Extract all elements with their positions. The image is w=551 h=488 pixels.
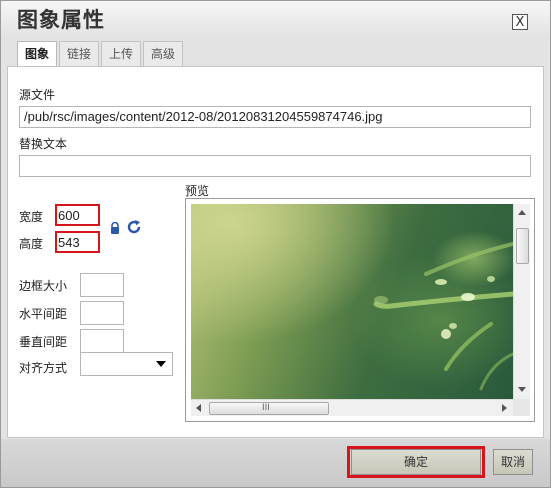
scrollbar-corner — [513, 399, 530, 416]
chevron-down-icon — [156, 361, 166, 367]
reset-size-icon[interactable] — [126, 219, 142, 235]
dialog-title: 图象属性 — [17, 8, 105, 32]
tab-upload[interactable]: 上传 — [101, 41, 142, 66]
cancel-button[interactable]: 取消 — [493, 449, 533, 475]
vspace-input[interactable] — [80, 329, 124, 353]
scroll-grip: III — [262, 403, 270, 413]
scroll-right-icon[interactable] — [502, 404, 507, 412]
vertical-scroll-thumb[interactable] — [516, 228, 529, 264]
preview-horizontal-scrollbar[interactable]: III — [191, 399, 513, 416]
border-label: 边框大小 — [19, 279, 68, 293]
width-input[interactable]: 600 — [55, 204, 100, 226]
tab-image[interactable]: 图象 — [17, 41, 58, 68]
alt-text-input[interactable] — [19, 155, 531, 177]
source-label: 源文件 — [19, 88, 56, 102]
preview-box: III — [185, 198, 535, 422]
image-properties-dialog: 图象属性 X 图象 链接 上传 高级 源文件 /pub/rsc/images/c… — [0, 0, 551, 488]
title-bar[interactable]: 图象属性 X — [1, 1, 550, 39]
width-label: 宽度 — [19, 210, 44, 224]
scroll-up-icon[interactable] — [518, 210, 526, 215]
hspace-label: 水平间距 — [19, 307, 68, 321]
border-input[interactable] — [80, 273, 124, 297]
scroll-left-icon[interactable] — [196, 404, 201, 412]
preview-image — [191, 204, 516, 399]
hspace-input[interactable] — [80, 301, 124, 325]
vspace-label: 垂直间距 — [19, 335, 68, 349]
alt-text-label: 替换文本 — [19, 137, 68, 151]
plant-branch-graphic — [373, 242, 516, 391]
close-button[interactable]: X — [512, 14, 528, 30]
horizontal-scroll-thumb[interactable]: III — [209, 402, 329, 415]
height-label: 高度 — [19, 237, 44, 251]
preview-vertical-scrollbar[interactable] — [513, 204, 530, 399]
align-label: 对齐方式 — [19, 361, 68, 375]
tab-link[interactable]: 链接 — [59, 41, 100, 66]
tab-bar: 图象 链接 上传 高级 — [17, 41, 185, 68]
scroll-down-icon[interactable] — [518, 387, 526, 392]
tab-advanced[interactable]: 高级 — [143, 41, 184, 66]
dialog-footer: 确定 取消 — [1, 439, 550, 487]
preview-label: 预览 — [185, 184, 210, 198]
lock-icon[interactable] — [110, 222, 120, 234]
image-tab-panel: 源文件 /pub/rsc/images/content/2012-08/2012… — [7, 66, 544, 438]
align-select[interactable] — [80, 352, 173, 376]
source-url-input[interactable]: /pub/rsc/images/content/2012-08/20120831… — [19, 106, 531, 128]
height-input[interactable]: 543 — [55, 231, 100, 253]
close-icon: X — [515, 14, 525, 30]
ok-button[interactable]: 确定 — [351, 449, 481, 475]
